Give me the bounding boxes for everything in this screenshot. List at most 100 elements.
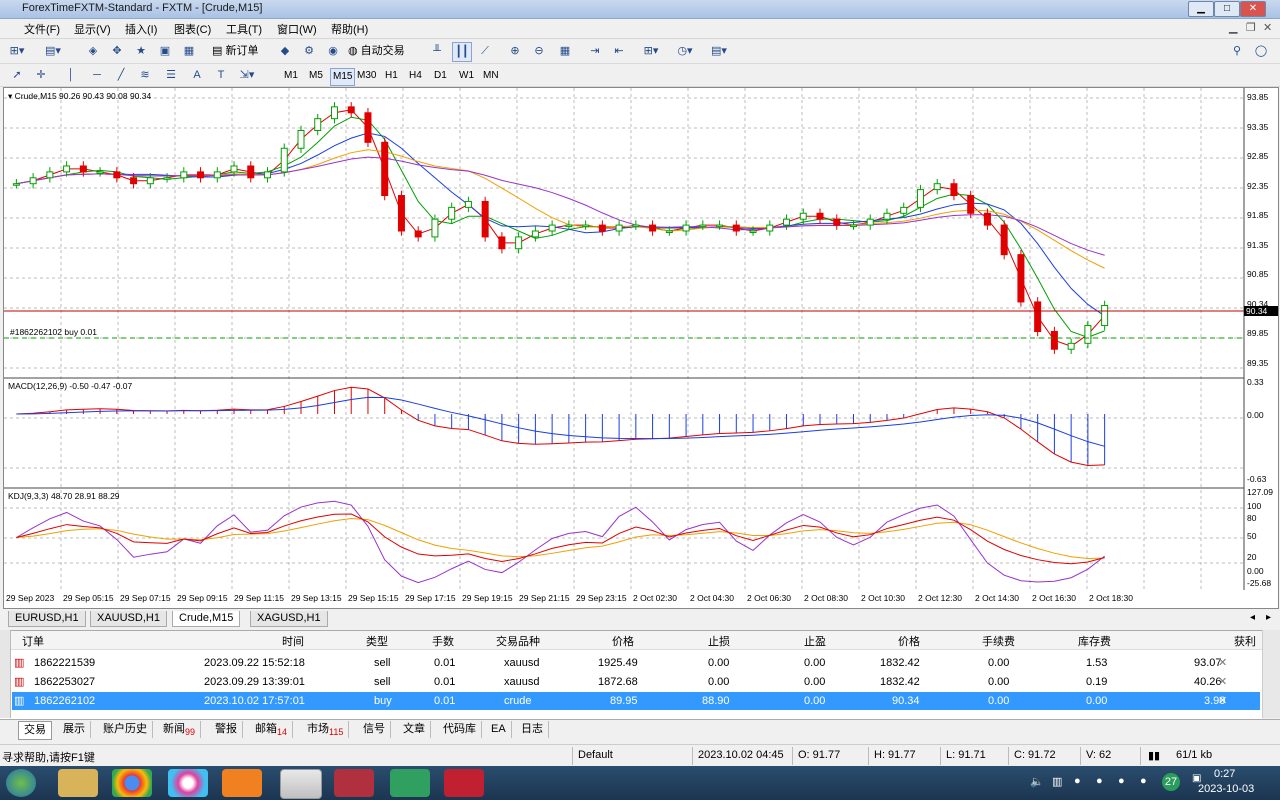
close-order-icon[interactable]: ✕	[1218, 673, 1227, 691]
table-row[interactable]: ▥ 1862253027 2023.09.29 13:39:01 sell 0.…	[12, 673, 1260, 691]
chrome-icon[interactable]	[112, 769, 152, 797]
profiles-icon[interactable]: ▤▾	[44, 42, 62, 60]
tray-app-icon[interactable]: ●	[1074, 775, 1081, 787]
tab-crude[interactable]: Crude,M15	[172, 611, 241, 627]
tab-alerts[interactable]: 警报	[210, 721, 243, 738]
tf-m1[interactable]: M1	[282, 68, 300, 84]
app4-icon[interactable]	[444, 769, 484, 797]
table-row-selected[interactable]: ▥ 1862262102 2023.10.02 17:57:01 buy 0.0…	[12, 692, 1260, 710]
chart-canvas[interactable]	[4, 88, 1278, 608]
clock-date[interactable]: 2023-10-03	[1198, 783, 1254, 795]
close-order-icon[interactable]: ✕	[1218, 692, 1227, 710]
arrows-icon[interactable]: ⇲▾	[238, 66, 256, 84]
mt4-icon[interactable]	[280, 769, 322, 799]
crosshair-icon[interactable]: ✛	[32, 66, 50, 84]
tab-mailbox[interactable]: 邮箱14	[250, 721, 294, 738]
line-chart-icon[interactable]: ⟋	[476, 42, 494, 60]
file-explorer-icon[interactable]	[58, 769, 98, 797]
menu-insert[interactable]: 插入(I)	[125, 21, 157, 37]
menu-file[interactable]: 文件(F)	[24, 21, 60, 37]
tf-d1[interactable]: D1	[432, 68, 449, 84]
search-icon[interactable]: ⚲	[1228, 42, 1246, 60]
tf-h4[interactable]: H4	[407, 68, 424, 84]
signals-icon[interactable]: ◉	[324, 42, 342, 60]
minimize-button[interactable]: ▁	[1188, 1, 1214, 17]
tray-app3-icon[interactable]: ●	[1118, 775, 1125, 787]
menu-window[interactable]: 窗口(W)	[277, 21, 317, 37]
volume-icon[interactable]: 🔈	[1030, 775, 1044, 788]
notification-badge[interactable]: 27	[1162, 773, 1180, 791]
trendline-icon[interactable]: ╱	[112, 66, 130, 84]
col-commission[interactable]: 手续费	[982, 633, 1015, 649]
network-icon[interactable]: ▥	[1052, 775, 1062, 788]
chat-icon[interactable]: ◯	[1252, 42, 1270, 60]
indicators-icon[interactable]: ⊞▾	[642, 42, 660, 60]
tab-market[interactable]: 市场115	[302, 721, 350, 738]
cursor-icon[interactable]: ➚	[8, 66, 26, 84]
new-chart-icon[interactable]: ⊞▾	[8, 42, 26, 60]
navigator-icon[interactable]: ★	[132, 42, 150, 60]
col-tp[interactable]: 止盈	[804, 633, 826, 649]
options-icon[interactable]: ⚙	[300, 42, 318, 60]
tab-articles[interactable]: 文章	[398, 721, 431, 738]
col-profit[interactable]: 获利	[1234, 633, 1256, 649]
doc-close-icon[interactable]: ✕	[1263, 21, 1272, 34]
tile-windows-icon[interactable]: ▦	[556, 42, 574, 60]
candlestick-icon[interactable]: ┃┃	[452, 42, 472, 62]
tf-m5[interactable]: M5	[307, 68, 325, 84]
col-swap[interactable]: 库存费	[1078, 633, 1111, 649]
tf-m15[interactable]: M15	[330, 68, 356, 86]
bar-chart-icon[interactable]: ╨	[428, 42, 446, 60]
col-type[interactable]: 类型	[366, 633, 388, 649]
doc-restore-icon[interactable]: ❐	[1246, 21, 1256, 34]
tray-app2-icon[interactable]: ●	[1096, 775, 1103, 787]
menu-chart[interactable]: 图表(C)	[174, 21, 211, 37]
col-lots[interactable]: 手数	[432, 633, 454, 649]
tf-h1[interactable]: H1	[383, 68, 400, 84]
menu-tools[interactable]: 工具(T)	[226, 21, 262, 37]
text-icon[interactable]: A	[188, 66, 206, 84]
col-sl[interactable]: 止损	[708, 633, 730, 649]
tab-exposure[interactable]: 展示	[58, 721, 91, 738]
menu-help[interactable]: 帮助(H)	[331, 21, 368, 37]
scroll-left-icon[interactable]: ◂	[1250, 612, 1255, 623]
tab-journal[interactable]: 日志	[516, 721, 549, 738]
close-button[interactable]: ✕	[1240, 1, 1266, 17]
tf-m30[interactable]: M30	[355, 68, 378, 84]
tab-xagusd[interactable]: XAGUSD,H1	[250, 611, 328, 627]
maximize-button[interactable]: □	[1214, 1, 1240, 17]
templates-icon[interactable]: ▤▾	[710, 42, 728, 60]
new-order-button[interactable]: ▤ 新订单	[212, 42, 270, 60]
chart-window[interactable]: ▾ Crude,M15 90.26 90.43 90.08 90.34 #186…	[3, 87, 1279, 609]
terminal-side-handle[interactable]	[0, 630, 11, 718]
app3-icon[interactable]	[390, 769, 430, 797]
tab-xauusd[interactable]: XAUUSD,H1	[90, 611, 167, 627]
tray-app4-icon[interactable]: ●	[1140, 775, 1147, 787]
app-icon[interactable]	[222, 769, 262, 797]
tab-experts[interactable]: EA	[486, 721, 512, 738]
menu-view[interactable]: 显示(V)	[74, 21, 111, 37]
tab-trade[interactable]: 交易	[18, 721, 52, 740]
horizontal-line-icon[interactable]: ─	[88, 66, 106, 84]
tab-signals[interactable]: 信号	[358, 721, 391, 738]
doc-minimize-icon[interactable]: ▁	[1229, 21, 1237, 34]
auto-trade-button[interactable]: ◍ 自动交易	[348, 42, 414, 60]
periods-icon[interactable]: ◷▾	[676, 42, 694, 60]
zoom-in-icon[interactable]: ⊕	[506, 42, 524, 60]
tf-w1[interactable]: W1	[457, 68, 476, 84]
start-button-icon[interactable]	[6, 769, 36, 797]
market-watch-icon[interactable]: ◈	[84, 42, 102, 60]
col-order[interactable]: 订单	[22, 633, 44, 649]
col-price[interactable]: 价格	[612, 633, 634, 649]
col-symbol[interactable]: 交易品种	[496, 633, 540, 649]
browser-icon[interactable]	[168, 769, 208, 797]
tf-mn[interactable]: MN	[481, 68, 501, 84]
tester-icon[interactable]: ▦	[180, 42, 198, 60]
tab-codebase[interactable]: 代码库	[438, 721, 482, 738]
clock-time[interactable]: 0:27	[1214, 768, 1235, 780]
fibonacci-icon[interactable]: ☰	[162, 66, 180, 84]
vertical-line-icon[interactable]: │	[62, 66, 80, 84]
scroll-right-icon[interactable]: ▸	[1266, 612, 1271, 623]
chart-shift-icon[interactable]: ⇤	[610, 42, 628, 60]
tab-news[interactable]: 新闻99	[158, 721, 202, 738]
